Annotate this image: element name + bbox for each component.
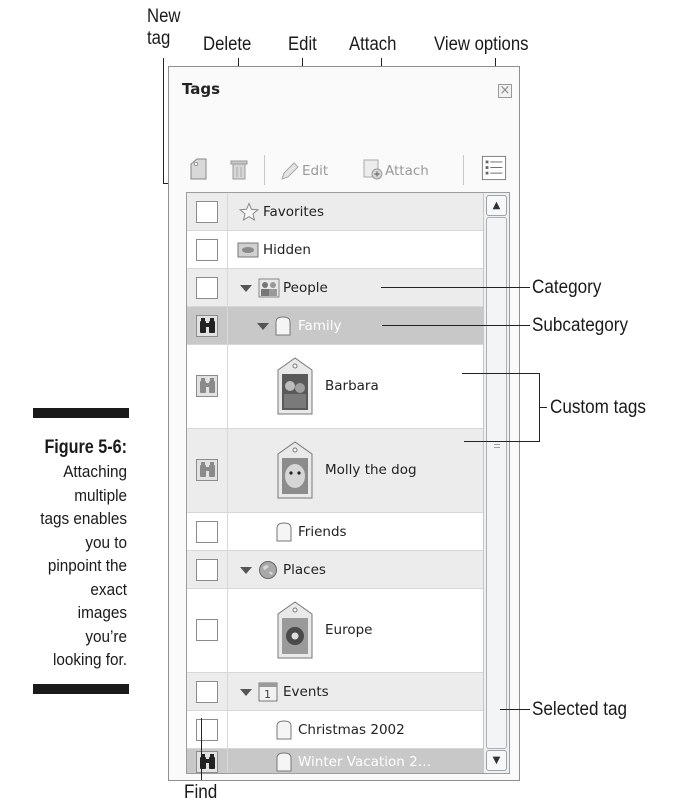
tag-icon [276, 720, 292, 740]
tag-row-people[interactable]: People [187, 269, 483, 307]
tag-label: Barbara [325, 378, 379, 394]
new-tag-icon [190, 158, 207, 180]
photo-tag-icon [277, 357, 313, 415]
leader-new-tag [163, 58, 164, 184]
tag-row-events[interactable]: 1 Events [187, 673, 483, 711]
globe-icon [259, 561, 277, 579]
callout-attach: Attach [349, 34, 397, 55]
leader-find [201, 718, 202, 780]
leader-custom-tags-top [462, 373, 540, 374]
scroll-up-button[interactable]: ▲ [486, 195, 507, 216]
edit-button[interactable]: Edit [302, 163, 328, 179]
find-checkbox[interactable] [196, 619, 218, 641]
binoculars-icon [200, 318, 215, 333]
tag-label: Hidden [263, 242, 311, 258]
binoculars-icon [200, 462, 215, 477]
leader-category [381, 287, 530, 288]
attach-button[interactable]: Attach [385, 163, 429, 179]
tag-label: Europe [325, 622, 373, 638]
list-view-icon [481, 155, 507, 181]
star-icon [239, 202, 259, 222]
tag-label: Places [283, 562, 326, 578]
callout-selected-tag: Selected tag [532, 699, 628, 720]
tag-label: Family [298, 318, 342, 334]
callout-edit: Edit [288, 34, 317, 55]
tag-list: Favorites Hidden People Family Barbara M… [186, 192, 510, 774]
callout-new-tag: New tag [147, 6, 181, 49]
tag-label: Christmas 2002 [298, 722, 405, 738]
callout-category: Category [532, 277, 602, 298]
scroll-down-button[interactable]: ▼ [486, 750, 507, 771]
edit-pencil [281, 162, 299, 180]
tag-row-friends[interactable]: Friends [187, 513, 483, 551]
tag-label: Molly the dog [325, 462, 417, 478]
tag-label: People [283, 280, 328, 296]
trash-icon [230, 160, 248, 180]
caption-bar-bottom [33, 684, 129, 694]
hidden-icon [237, 242, 259, 258]
callout-find: Find [184, 782, 218, 803]
find-checkbox[interactable] [196, 521, 218, 543]
tag-row-molly[interactable]: Molly the dog [187, 429, 483, 513]
attach-icon-wrap [363, 159, 383, 180]
vertical-scrollbar[interactable]: ▲ ▼ [483, 193, 509, 773]
tag-icon [275, 316, 291, 336]
callout-custom-tags: Custom tags [550, 397, 646, 418]
tag-icon [276, 522, 292, 542]
find-checkbox[interactable] [196, 277, 218, 299]
tag-row-winter-vacation[interactable]: Winter Vacation 2… [187, 749, 483, 773]
svg-text:1: 1 [264, 688, 271, 701]
leader-selected-tag [500, 709, 530, 710]
tag-row-family[interactable]: Family [187, 307, 483, 345]
find-checkbox[interactable] [196, 559, 218, 581]
caption-bar-top [33, 408, 129, 418]
find-checkbox[interactable] [196, 239, 218, 261]
tag-row-favorites[interactable]: Favorites [187, 193, 483, 231]
tag-row-places[interactable]: Places [187, 551, 483, 589]
tag-label: Friends [298, 524, 347, 540]
tag-label: Winter Vacation 2… [298, 754, 432, 770]
toolbar-separator-1 [264, 155, 265, 185]
expand-icon[interactable] [240, 567, 252, 574]
callout-subcategory: Subcategory [532, 315, 629, 336]
find-checkbox[interactable] [196, 201, 218, 223]
delete-button[interactable] [227, 156, 251, 182]
leader-subcategory [382, 325, 530, 326]
callout-delete: Delete [203, 34, 252, 55]
tag-row-hidden[interactable]: Hidden [187, 231, 483, 269]
tag-row-barbara[interactable]: Barbara [187, 345, 483, 429]
tag-label: Events [283, 684, 329, 700]
people-icon [258, 278, 280, 298]
expand-icon[interactable] [240, 689, 252, 696]
attach-icon [363, 159, 383, 180]
view-options-button[interactable] [480, 155, 508, 181]
tag-label: Favorites [263, 204, 324, 220]
tag-row-christmas-2002[interactable]: Christmas 2002 [187, 711, 483, 749]
tag-row-europe[interactable]: Europe [187, 589, 483, 673]
close-button[interactable]: × [498, 84, 512, 98]
panel-title: Tags [182, 80, 221, 98]
photo-tag-icon [277, 441, 313, 499]
tag-icon [276, 752, 292, 772]
binoculars-icon [200, 378, 215, 393]
new-tag-button[interactable] [186, 156, 212, 182]
find-checkbox[interactable] [196, 681, 218, 703]
callout-view-options: View options [434, 34, 529, 55]
leader-custom-tags-bottom [464, 441, 540, 442]
expand-icon[interactable] [257, 323, 269, 330]
photo-tag-icon [277, 601, 313, 659]
scroll-thumb[interactable] [486, 217, 507, 749]
leader-custom-tags-h [539, 407, 547, 408]
pencil-icon [281, 162, 299, 180]
caption-title: Figure 5-6: [44, 437, 127, 458]
caption-text: Attaching multiple tags enables you to p… [40, 462, 128, 669]
find-checkbox[interactable] [196, 719, 218, 741]
toolbar-separator-2 [463, 155, 464, 185]
calendar-icon: 1 [258, 682, 278, 702]
expand-icon[interactable] [240, 285, 252, 292]
